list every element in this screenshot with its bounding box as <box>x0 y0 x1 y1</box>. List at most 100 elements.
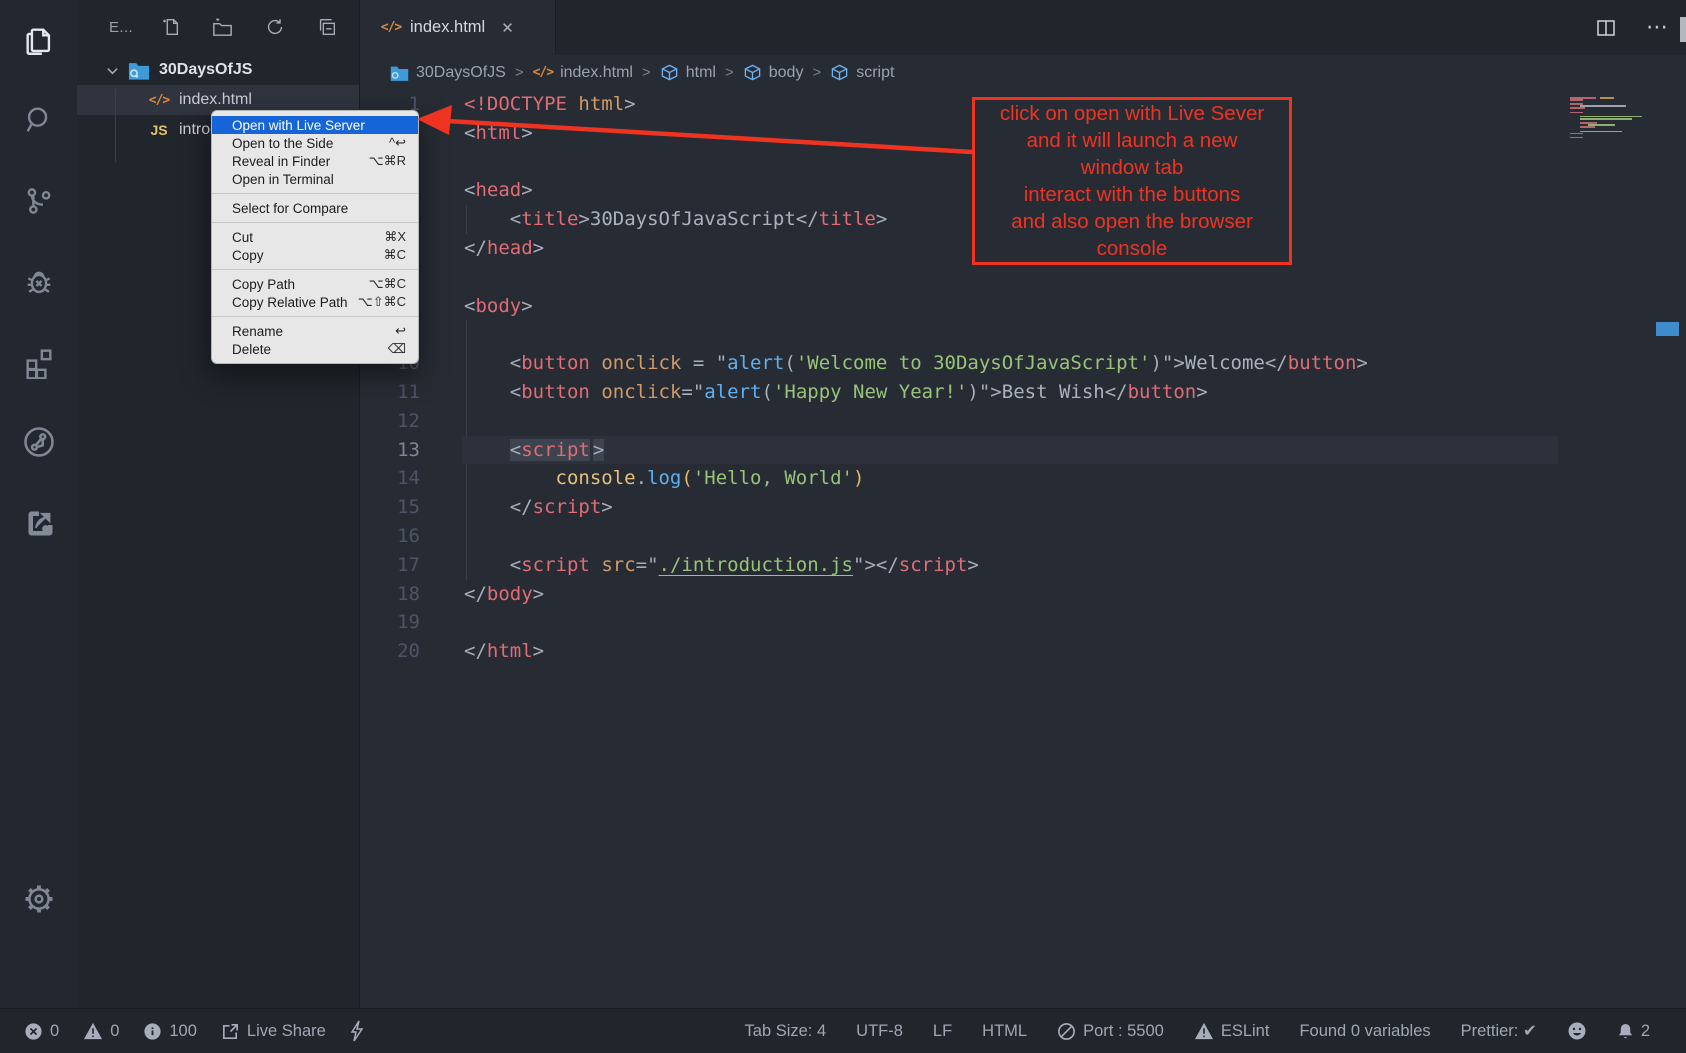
status-item-tab-size-4[interactable]: Tab Size: 4 <box>745 1022 827 1041</box>
menu-item-reveal-in-finder[interactable]: Reveal in Finder⌥⌘R <box>212 152 418 170</box>
activity-bar <box>0 0 77 1008</box>
code-line-10[interactable]: 10 <button onclick = "alert('Welcome to … <box>360 349 1686 378</box>
smiley-icon <box>1567 1021 1587 1041</box>
html-file-icon: </> <box>380 20 402 35</box>
scrollbar-thumb[interactable] <box>1680 17 1686 42</box>
code-line-20[interactable]: 20</html> <box>360 637 1686 666</box>
code-line-9[interactable]: 9 <box>360 320 1686 349</box>
status-item-prettier-[interactable]: Prettier: ✔ <box>1461 1021 1537 1041</box>
code-line-18[interactable]: 18</body> <box>360 580 1686 609</box>
menu-item-open-in-terminal[interactable]: Open in Terminal <box>212 170 418 188</box>
status-item-0[interactable]: 0 <box>24 1022 59 1041</box>
code-line-12[interactable]: 12 <box>360 407 1686 436</box>
warning-icon <box>83 1022 103 1040</box>
line-number: 20 <box>360 637 420 666</box>
explorer-icon[interactable] <box>0 8 77 74</box>
status-item-bolt[interactable] <box>350 1020 364 1042</box>
minimap[interactable] <box>1570 97 1654 139</box>
symbol-icon <box>660 63 679 82</box>
annotation-line: console <box>975 235 1289 262</box>
status-left: 0 0 100 Live Share <box>0 1020 364 1042</box>
menu-item-cut[interactable]: Cut⌘X <box>212 228 418 246</box>
code-line-16[interactable]: 16 <box>360 522 1686 551</box>
bell-icon <box>1617 1022 1634 1041</box>
new-folder-icon[interactable] <box>211 16 234 39</box>
code-line-13[interactable]: 13 <script> <box>360 436 1686 465</box>
status-item-eslint[interactable]: ESLint <box>1194 1022 1270 1041</box>
debug-icon[interactable] <box>0 249 77 315</box>
status-item-100[interactable]: 100 <box>143 1022 197 1041</box>
status-item-label: Prettier: ✔ <box>1461 1021 1537 1041</box>
status-item-label: 0 <box>110 1022 119 1041</box>
explorer-title: E... <box>109 19 133 36</box>
status-item-label: Live Share <box>247 1022 326 1041</box>
circle-slash-icon <box>1057 1022 1076 1041</box>
line-number: 16 <box>360 522 420 551</box>
status-item-html[interactable]: HTML <box>982 1022 1027 1041</box>
symbol-icon <box>743 63 762 82</box>
annotation-line: and it will launch a new <box>975 127 1289 154</box>
status-item-live-share[interactable]: Live Share <box>221 1022 326 1041</box>
breadcrumb-item-script[interactable]: script <box>830 63 894 82</box>
extensions-icon[interactable] <box>0 329 77 395</box>
line-number: 15 <box>360 493 420 522</box>
js-file-icon: JS <box>148 122 170 138</box>
breadcrumb-item-html[interactable]: html <box>660 63 716 82</box>
status-item-label: 100 <box>169 1022 197 1041</box>
menu-item-open-to-the-side[interactable]: Open to the Side^↩ <box>212 134 418 152</box>
annotation-box: click on open with Live Severand it will… <box>972 97 1292 265</box>
share-box-icon <box>221 1022 240 1041</box>
context-menu: Open with Live ServerOpen to the Side^↩R… <box>211 110 419 364</box>
menu-item-rename[interactable]: Rename↩ <box>212 322 418 340</box>
more-actions-icon[interactable]: ⋯ <box>1646 15 1668 40</box>
breadcrumb-item-index-html[interactable]: </>index.html <box>533 64 633 82</box>
chevron-down-icon <box>105 63 120 78</box>
tab-label: index.html <box>410 18 485 37</box>
search-icon[interactable] <box>0 87 77 153</box>
html-file-icon: </> <box>148 93 170 108</box>
collapse-all-icon[interactable] <box>316 16 338 38</box>
menu-item-copy-path[interactable]: Copy Path⌥⌘C <box>212 275 418 293</box>
menu-item-select-for-compare[interactable]: Select for Compare <box>212 199 418 217</box>
status-item-lf[interactable]: LF <box>933 1022 952 1041</box>
status-item-found-0-variables[interactable]: Found 0 variables <box>1299 1022 1430 1041</box>
close-icon[interactable]: ✕ <box>501 19 514 37</box>
status-item-utf-8[interactable]: UTF-8 <box>856 1022 903 1041</box>
code-line-8[interactable]: 8<body> <box>360 292 1686 321</box>
tab-index-html[interactable]: </> index.html ✕ <box>360 0 556 55</box>
split-editor-icon[interactable] <box>1594 16 1618 40</box>
symbol-icon <box>830 63 849 82</box>
refresh-icon[interactable] <box>264 16 286 38</box>
menu-item-copy[interactable]: Copy⌘C <box>212 246 418 264</box>
code-line-17[interactable]: 17 <script src="./introduction.js"></scr… <box>360 551 1686 580</box>
line-number: 13 <box>360 436 420 465</box>
code-line-11[interactable]: 11 <button onclick="alert('Happy New Yea… <box>360 378 1686 407</box>
annotation-line: and also open the browser <box>975 208 1289 235</box>
html-icon: </> <box>533 65 553 80</box>
code-line-7[interactable]: 7 <box>360 263 1686 292</box>
new-file-icon[interactable] <box>159 16 181 38</box>
menu-item-open-with-live-server[interactable]: Open with Live Server <box>212 116 418 134</box>
menu-item-copy-relative-path[interactable]: Copy Relative Path⌥⇧⌘C <box>212 293 418 311</box>
status-item-0[interactable]: 0 <box>83 1022 119 1041</box>
code-line-19[interactable]: 19 <box>360 608 1686 637</box>
tab-bar: </> index.html ✕ ⋯ <box>360 0 1686 55</box>
code-line-14[interactable]: 14 console.log('Hello, World') <box>360 464 1686 493</box>
live-share-icon[interactable] <box>0 409 77 475</box>
status-item-label: HTML <box>982 1022 1027 1041</box>
source-control-icon[interactable] <box>0 168 77 234</box>
menu-item-delete[interactable]: Delete⌫ <box>212 340 418 358</box>
status-item-label: 0 <box>50 1022 59 1041</box>
sidebar-item-folder-30daysofjs[interactable]: 30DaysOfJS <box>77 55 359 85</box>
status-item-port-5500[interactable]: Port : 5500 <box>1057 1022 1164 1041</box>
status-right: Tab Size: 4 UTF-8 LF HTML Port : 5500 ESLint F… <box>745 1021 1686 1041</box>
share-icon[interactable] <box>0 489 77 555</box>
overview-ruler-marker <box>1656 322 1679 336</box>
status-item-2[interactable]: 2 <box>1617 1022 1650 1041</box>
status-item-smiley[interactable] <box>1567 1021 1587 1041</box>
code-line-15[interactable]: 15 </script> <box>360 493 1686 522</box>
breadcrumb-item-body[interactable]: body <box>743 63 804 82</box>
annotation-line: click on open with Live Sever <box>975 100 1289 127</box>
breadcrumb-item-30daysofjs[interactable]: 30DaysOfJS <box>390 64 506 82</box>
settings-gear-icon[interactable] <box>0 866 77 932</box>
